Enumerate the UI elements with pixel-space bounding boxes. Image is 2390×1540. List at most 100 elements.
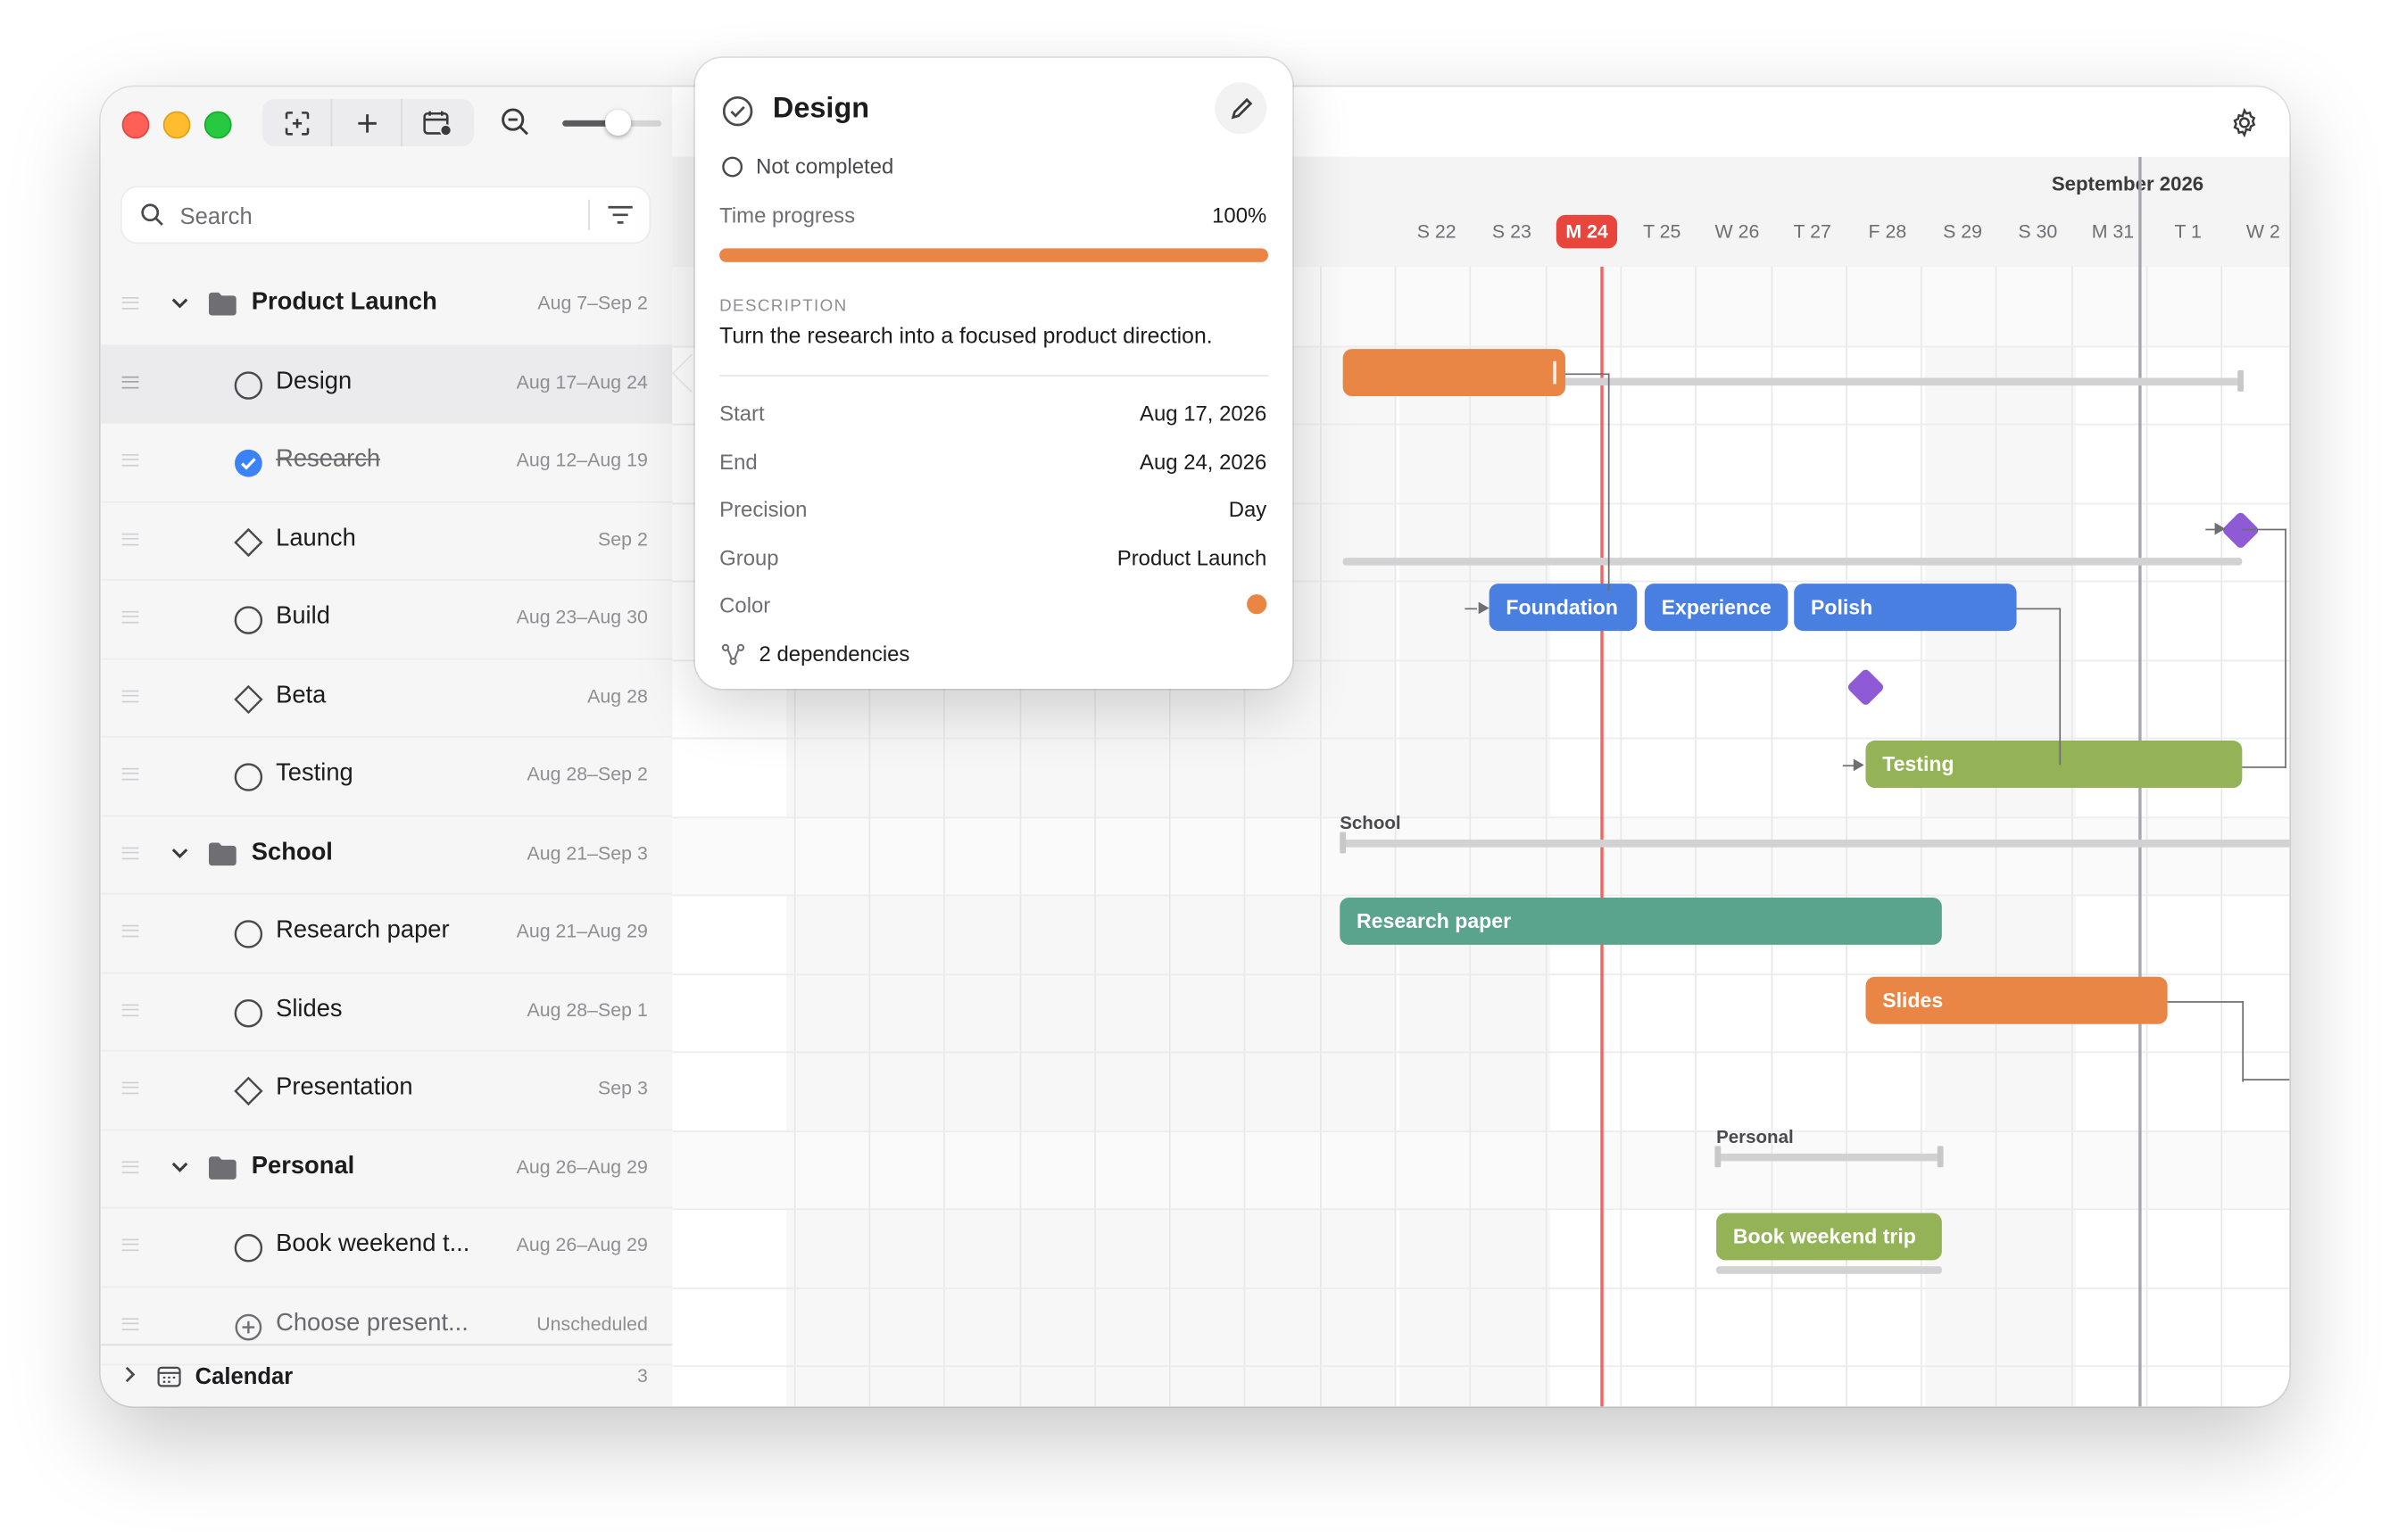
research-paper-bar[interactable]: Research paper <box>1340 897 1942 945</box>
dependencies-count[interactable]: 2 dependencies <box>759 642 910 666</box>
day-label[interactable]: T 25 <box>1624 221 1699 243</box>
gear-icon[interactable] <box>2230 108 2259 137</box>
checkmark-circle-icon[interactable] <box>721 95 755 128</box>
day-label[interactable]: W 26 <box>1700 221 1775 243</box>
task-row[interactable]: Research Aug 12–Aug 19 <box>100 424 673 502</box>
time-progress-fill <box>719 248 1268 262</box>
day-label[interactable]: S 23 <box>1474 221 1549 243</box>
drag-handle-icon[interactable] <box>121 1238 139 1252</box>
add-circle-icon[interactable] <box>233 1312 263 1342</box>
start-label: Start <box>719 401 765 426</box>
day-label[interactable]: W 2 <box>2226 221 2289 243</box>
row-date-range: Sep 2 <box>598 527 648 550</box>
dependency-arrow-icon <box>1853 758 1864 772</box>
day-label[interactable]: S 30 <box>2000 221 2075 243</box>
task-row[interactable]: Research paper Aug 21–Aug 29 <box>100 895 673 973</box>
day-gridline <box>1394 266 1397 1407</box>
drag-handle-icon[interactable] <box>121 924 139 938</box>
row-date-range: Aug 12–Aug 19 <box>516 449 648 471</box>
zoom-window-button[interactable] <box>203 111 232 139</box>
status-circle-icon[interactable] <box>233 919 263 949</box>
filter-icon[interactable] <box>607 203 635 227</box>
row-date-range: Aug 28–Sep 1 <box>527 998 648 1021</box>
polish-bar[interactable]: Polish <box>1794 584 2017 632</box>
group-row[interactable]: School Aug 21–Sep 3 <box>100 816 673 895</box>
chevron-right-icon[interactable] <box>122 1365 137 1383</box>
focus-selection-button[interactable] <box>262 99 331 146</box>
school-summary-bar[interactable] <box>1342 840 2290 848</box>
day-gridline <box>2071 266 2073 1407</box>
milestone-diamond-icon[interactable] <box>233 1076 263 1106</box>
row-gridline <box>672 1208 2290 1211</box>
group-row[interactable]: Personal Aug 26–Aug 29 <box>100 1130 673 1209</box>
status-circle-icon[interactable] <box>233 605 263 635</box>
add-task-button[interactable] <box>330 99 402 146</box>
row-date-range: Aug 28–Sep 2 <box>527 763 648 785</box>
task-row[interactable]: Beta Aug 28 <box>100 659 673 738</box>
drag-handle-icon[interactable] <box>121 689 139 702</box>
chevron-down-icon[interactable] <box>170 293 191 314</box>
status-circle-icon[interactable] <box>721 155 744 178</box>
task-row[interactable]: Design Aug 17–Aug 24 <box>100 344 673 424</box>
milestone-diamond-icon[interactable] <box>233 526 263 557</box>
book-weekend-trip-bar[interactable]: Book weekend trip <box>1716 1213 1942 1261</box>
chevron-down-icon[interactable] <box>170 842 191 864</box>
popover-divider <box>719 375 1268 377</box>
task-row[interactable]: Testing Aug 28–Sep 2 <box>100 738 673 816</box>
day-label[interactable]: M 24 <box>1549 221 1624 243</box>
drag-handle-icon[interactable] <box>121 610 139 624</box>
summary-start-cap <box>1340 832 1347 854</box>
build-summary-bar[interactable] <box>1342 558 2243 566</box>
status-circle-icon[interactable] <box>233 369 263 400</box>
row-date-range: Unscheduled <box>536 1312 648 1335</box>
drag-handle-icon[interactable] <box>121 1160 139 1173</box>
color-swatch[interactable] <box>1247 594 1267 615</box>
drag-handle-icon[interactable] <box>121 767 139 781</box>
day-gridline <box>1469 266 1472 1407</box>
group-row[interactable]: Product Launch Aug 7–Sep 2 <box>100 267 673 345</box>
day-label[interactable]: S 22 <box>1399 221 1474 243</box>
drag-handle-icon[interactable] <box>121 1003 139 1016</box>
calendar-badge-button[interactable] <box>401 99 471 146</box>
search-bar <box>121 187 650 243</box>
experience-bar[interactable]: Experience <box>1644 584 1788 632</box>
task-row[interactable]: Book weekend t... Aug 26–Aug 29 <box>100 1208 673 1287</box>
task-row[interactable]: Build Aug 23–Aug 30 <box>100 581 673 659</box>
row-gridline <box>672 816 2290 818</box>
search-input[interactable] <box>177 196 564 236</box>
drag-handle-icon[interactable] <box>121 532 139 545</box>
task-row[interactable]: Launch Sep 2 <box>100 502 673 581</box>
milestone-diamond-icon[interactable] <box>233 683 263 714</box>
drag-handle-icon[interactable] <box>121 1317 139 1330</box>
drag-handle-icon[interactable] <box>121 846 139 859</box>
resize-handle[interactable] <box>1553 360 1556 385</box>
day-label[interactable]: T 1 <box>2151 221 2226 243</box>
drag-handle-icon[interactable] <box>121 1081 139 1095</box>
personal-summary-bar[interactable] <box>1716 1153 1942 1162</box>
task-row[interactable]: Slides Aug 28–Sep 1 <box>100 973 673 1052</box>
edit-button[interactable] <box>1215 82 1267 135</box>
zoom-out-icon[interactable] <box>500 107 530 137</box>
drag-handle-icon[interactable] <box>121 453 139 467</box>
slides-bar[interactable]: Slides <box>1865 976 2168 1024</box>
foundation-bar[interactable]: Foundation <box>1489 584 1638 632</box>
drag-handle-icon[interactable] <box>121 375 139 388</box>
design-bar[interactable] <box>1342 349 1566 397</box>
minimize-window-button[interactable] <box>162 111 191 139</box>
color-label: Color <box>719 592 771 617</box>
close-window-button[interactable] <box>121 111 150 139</box>
status-circle-icon[interactable] <box>233 1233 263 1263</box>
zoom-slider-handle[interactable] <box>605 109 632 137</box>
calendar-section[interactable]: Calendar 3 <box>100 1344 673 1406</box>
day-label[interactable]: S 29 <box>1925 221 2000 243</box>
status-circle-icon[interactable] <box>233 998 263 1028</box>
day-label[interactable]: T 27 <box>1775 221 1850 243</box>
drag-handle-icon[interactable] <box>121 297 139 310</box>
status-circle-icon[interactable] <box>233 762 263 792</box>
group-value[interactable]: Product Launch <box>1117 545 1267 569</box>
task-row[interactable]: Presentation Sep 3 <box>100 1051 673 1130</box>
chevron-down-icon[interactable] <box>170 1155 191 1177</box>
checked-circle-icon[interactable] <box>233 448 263 478</box>
day-label[interactable]: F 28 <box>1850 221 1925 243</box>
precision-value[interactable]: Day <box>1229 497 1267 521</box>
